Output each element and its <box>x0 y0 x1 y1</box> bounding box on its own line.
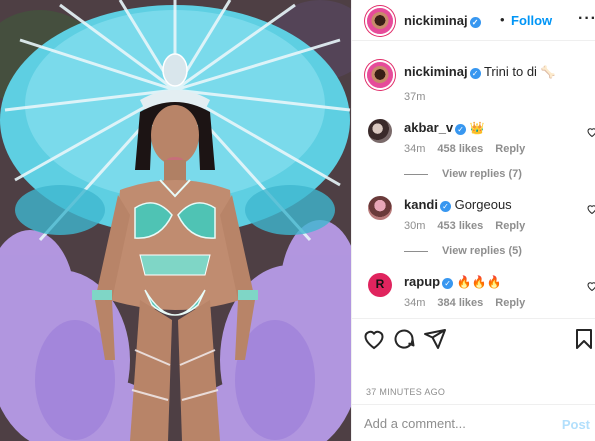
comment-likes[interactable]: 453 likes <box>437 220 483 232</box>
caption-username[interactable]: nickiminaj <box>404 64 468 79</box>
like-comment-heart-icon[interactable] <box>586 126 595 138</box>
commenter-avatar[interactable] <box>368 119 392 143</box>
separator-dot: • <box>500 12 505 27</box>
share-paper-plane-icon[interactable] <box>423 327 447 351</box>
author-username[interactable]: nickiminaj ✓ <box>404 13 481 28</box>
post-comment-button[interactable]: Post <box>562 417 590 432</box>
caption-time[interactable]: 37m <box>404 91 425 103</box>
verified-icon: ✓ <box>469 17 481 28</box>
comment-meta: 34m 458 likes Reply <box>404 143 537 155</box>
post-panel: nickiminaj✓ • Follow ··· nickiminaj✓ Tri… <box>351 0 595 441</box>
commenter-avatar[interactable] <box>368 196 392 220</box>
carnival-costume-illustration <box>0 0 351 441</box>
like-heart-icon[interactable] <box>362 327 386 351</box>
bone-icon: 🦴 <box>540 65 556 79</box>
author-username-text[interactable]: nickiminaj <box>404 13 468 28</box>
add-comment-input[interactable] <box>364 416 544 431</box>
more-options-icon[interactable]: ··· <box>578 10 595 28</box>
comment: rapup ✓ 🔥🔥🔥 <box>404 274 502 289</box>
follow-button[interactable]: Follow <box>511 13 552 28</box>
divider-line <box>404 250 428 252</box>
commenter-avatar[interactable] <box>368 273 392 297</box>
fire-icon: 🔥🔥🔥 <box>456 275 502 289</box>
divider-line <box>404 173 428 175</box>
comment: kandi ✓ Gorgeous <box>404 197 512 212</box>
caption-avatar[interactable] <box>367 62 393 88</box>
reply-button[interactable]: Reply <box>495 143 525 155</box>
comment-likes[interactable]: 384 likes <box>437 297 483 309</box>
verified-icon: ✓ <box>442 278 454 289</box>
like-comment-heart-icon[interactable] <box>586 203 595 215</box>
save-bookmark-icon[interactable] <box>572 327 595 351</box>
comment-text: Gorgeous <box>454 197 512 212</box>
post-timestamp[interactable]: 37 MINUTES AGO <box>366 387 445 397</box>
verified-icon: ✓ <box>455 124 467 135</box>
comment-time[interactable]: 34m <box>404 297 425 309</box>
post-image[interactable] <box>0 0 351 441</box>
verified-icon: ✓ <box>439 201 451 212</box>
comment-likes[interactable]: 458 likes <box>437 143 483 155</box>
comment-username[interactable]: rapup <box>404 274 440 289</box>
view-replies-label[interactable]: View replies (5) <box>442 245 522 257</box>
action-bar: 37 MINUTES AGO <box>352 318 595 397</box>
view-replies-button[interactable]: View replies (5) <box>404 245 522 257</box>
comment-bubble-icon[interactable] <box>392 327 416 351</box>
comment: akbar_v ✓ 👑 <box>404 120 485 135</box>
like-comment-heart-icon[interactable] <box>586 280 595 292</box>
comment-username[interactable]: akbar_v <box>404 120 453 135</box>
caption-text: Trini to di <box>483 64 537 79</box>
add-comment-bar: Post <box>352 404 595 441</box>
comment-time[interactable]: 30m <box>404 220 425 232</box>
verified-icon: ✓ <box>469 68 481 79</box>
comment-time[interactable]: 34m <box>404 143 425 155</box>
comment-meta: 30m 453 likes Reply <box>404 220 537 232</box>
crown-icon: 👑 <box>469 121 485 135</box>
reply-button[interactable]: Reply <box>495 220 525 232</box>
view-replies-button[interactable]: View replies (7) <box>404 168 522 180</box>
view-replies-label[interactable]: View replies (7) <box>442 168 522 180</box>
author-avatar[interactable] <box>367 8 393 34</box>
post-header: nickiminaj✓ • Follow ··· <box>352 0 595 41</box>
reply-button[interactable]: Reply <box>495 297 525 309</box>
comment-meta: 34m 384 likes Reply <box>404 297 537 309</box>
caption: nickiminaj ✓ Trini to di 🦴 <box>404 64 556 79</box>
comment-username[interactable]: kandi <box>404 197 438 212</box>
